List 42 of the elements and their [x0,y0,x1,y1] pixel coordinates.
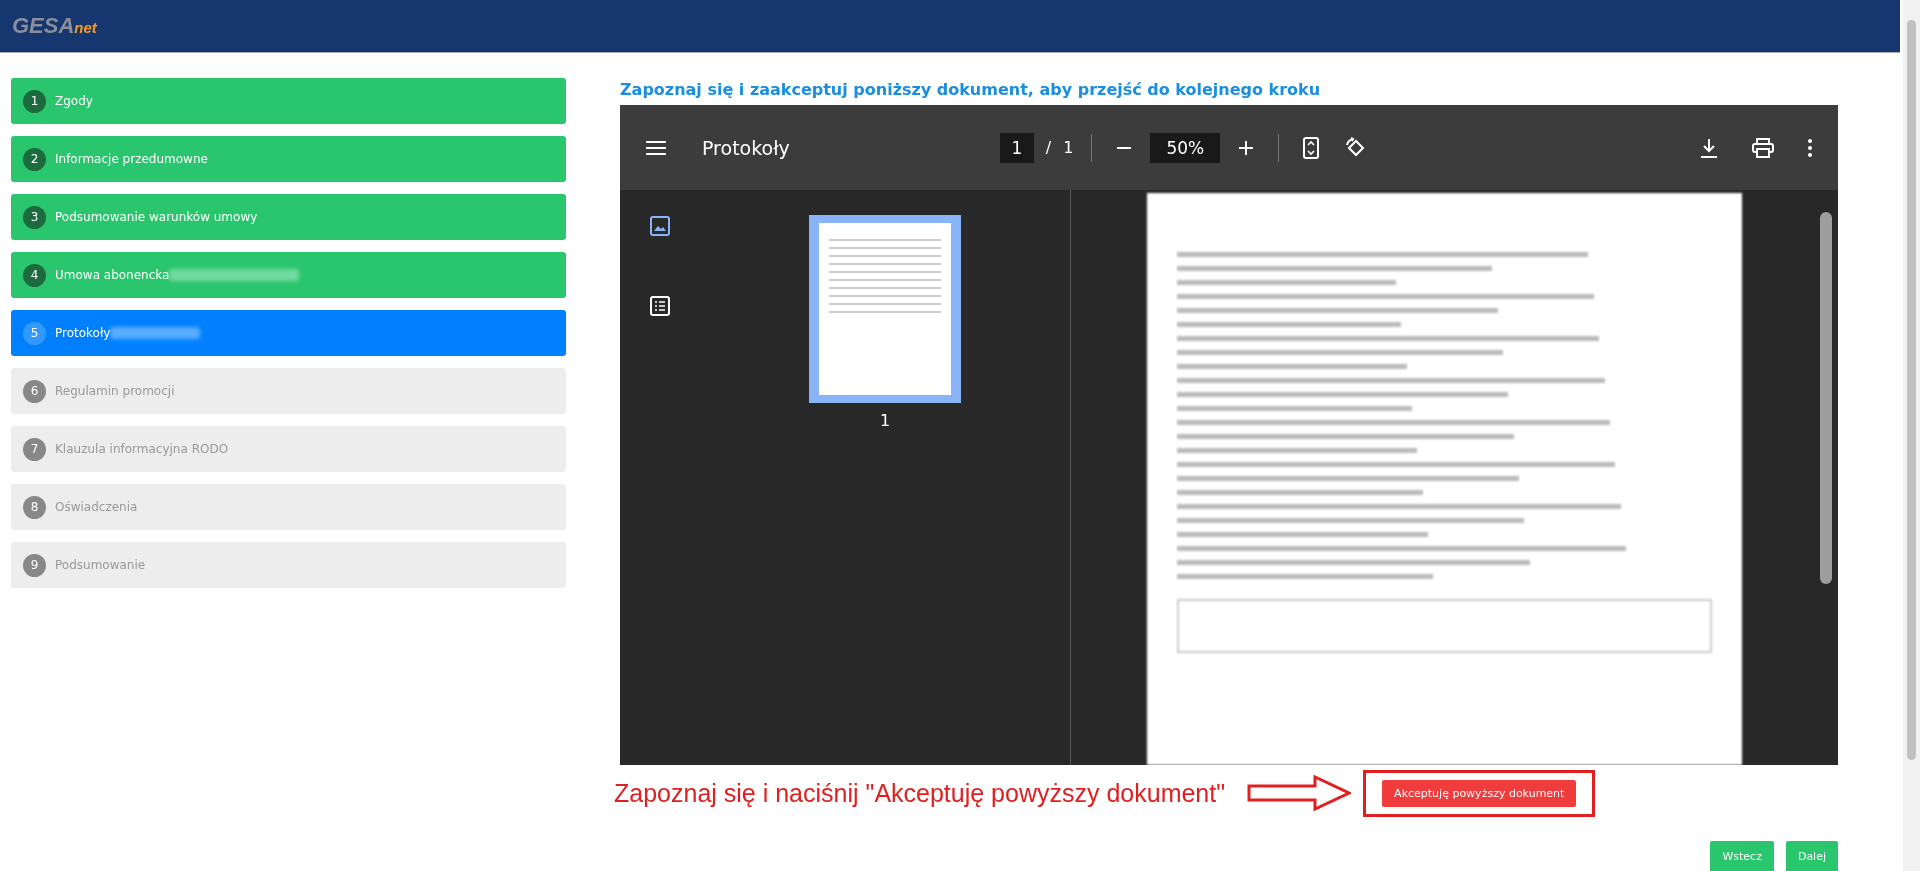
step-number: 8 [23,495,46,519]
step-item[interactable]: 1 Zgody [11,78,566,124]
page-thumbnail[interactable] [809,215,961,403]
arrow-icon [1247,775,1352,811]
accept-button[interactable]: Akceptuję powyższy dokument [1382,779,1577,807]
nav-button[interactable]: Dalej [1785,841,1838,871]
step-number: 7 [23,437,46,461]
page-count: 1 [1063,138,1074,157]
step-label: Umowa abonencka [55,268,170,282]
step-label: Podsumowanie warunków umowy [55,210,258,224]
step-item[interactable]: 8 Oświadczenia [11,484,566,530]
instruction-heading: Zapoznaj się i zaakceptuj poniższy dokument, aby przejść do kolejnego kroku [620,80,1322,99]
step-label: Zgody [55,94,93,108]
step-label: Protokoły [55,326,111,340]
step-number: 3 [23,205,46,229]
page-separator: / [1045,138,1052,157]
step-item[interactable]: 4 Umowa abonencka [11,252,566,298]
window-scrollbar[interactable] [1903,0,1920,871]
step-item[interactable]: 5 Protokoły [11,310,566,356]
step-label: Klauzula informacyjna RODO [55,442,229,456]
step-item[interactable]: 3 Podsumowanie warunków umowy [11,194,566,240]
step-item[interactable]: 7 Klauzula informacyjna RODO [11,426,566,472]
step-label: Regulamin promocji [55,384,175,398]
logo: GESAnet [12,13,97,39]
annotation-text: Zapoznaj się i naciśnij "Akceptuję powyższy dokument" [614,778,1226,808]
step-number: 9 [23,553,46,577]
step-label: Podsumowanie [55,558,146,572]
step-item[interactable]: 9 Podsumowanie [11,542,566,588]
step-number: 2 [23,147,46,171]
step-number: 1 [23,89,46,113]
step-label: Informacje przedumowne [55,152,208,166]
step-item[interactable]: 6 Regulamin promocji [11,368,566,414]
page-input[interactable]: 1 [999,132,1034,163]
step-number: 5 [23,321,46,345]
document-title: Protokoły [702,136,790,159]
nav-button[interactable]: Wstecz [1710,841,1774,871]
step-label: Oświadczenia [55,500,138,514]
step-item[interactable]: 2 Informacje przedumowne [11,136,566,182]
zoom-input[interactable]: 50% [1150,132,1221,163]
step-number: 6 [23,379,46,403]
thumbnail-number: 1 [879,411,891,430]
step-number: 4 [23,263,46,287]
